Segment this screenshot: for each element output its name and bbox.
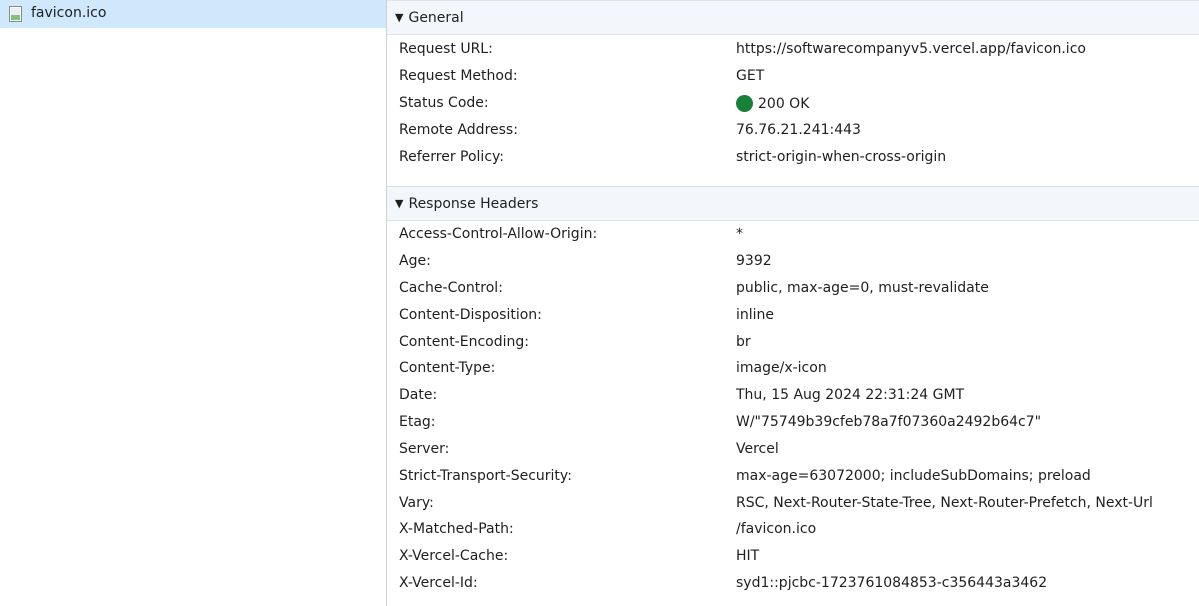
header-key: Content-Type: xyxy=(399,360,496,376)
request-list: favicon.ico xyxy=(0,0,387,606)
response-header-row: X-Matched-Path: /favicon.ico xyxy=(387,517,1199,544)
header-value: https://softwarecompanyv5.vercel.app/fav… xyxy=(736,41,1086,57)
header-key: Content-Disposition: xyxy=(399,307,542,323)
header-key: Status Code: xyxy=(399,95,489,111)
header-value: * xyxy=(736,226,743,242)
header-key: X-Vercel-Cache: xyxy=(399,548,509,564)
file-image-icon xyxy=(9,6,22,22)
response-header-row: Age: 9392 xyxy=(387,249,1199,276)
header-value: Thu, 15 Aug 2024 22:31:24 GMT xyxy=(736,387,965,403)
response-header-row: Cache-Control: public, max-age=0, must-r… xyxy=(387,276,1199,303)
response-header-row: Strict-Transport-Security: max-age=63072… xyxy=(387,464,1199,491)
request-details: ▼ General Request URL: https://softwarec… xyxy=(387,0,1199,606)
header-key: Referrer Policy: xyxy=(399,149,504,165)
response-header-row: Server: Vercel xyxy=(387,437,1199,464)
general-row: Request Method: GET xyxy=(387,64,1199,91)
header-key: Request URL: xyxy=(399,41,493,57)
header-value: strict-origin-when-cross-origin xyxy=(736,149,947,165)
header-key: Cache-Control: xyxy=(399,280,503,296)
header-value: image/x-icon xyxy=(736,360,827,376)
header-key: Etag: xyxy=(399,414,436,430)
status-ok-dot-icon xyxy=(736,95,753,112)
header-key: Request Method: xyxy=(399,68,518,84)
request-item-label: favicon.ico xyxy=(31,5,107,21)
header-value: 76.76.21.241:443 xyxy=(736,122,861,138)
header-key: Server: xyxy=(399,441,450,457)
expand-triangle-icon: ▼ xyxy=(395,11,404,24)
header-value: RSC, Next-Router-State-Tree, Next-Router… xyxy=(736,495,1153,511)
header-value: Vercel xyxy=(736,441,779,457)
general-section-header[interactable]: ▼ General xyxy=(387,0,1199,35)
header-value: syd1::pjcbc-1723761084853-c356443a3462 xyxy=(736,575,1048,591)
response-header-row: Access-Control-Allow-Origin: * xyxy=(387,222,1199,249)
header-key: Strict-Transport-Security: xyxy=(399,468,572,484)
header-value: /favicon.ico xyxy=(736,521,817,537)
expand-triangle-icon: ▼ xyxy=(395,197,404,210)
response-header-row: Content-Encoding: br xyxy=(387,330,1199,357)
header-value: W/"75749b39cfeb78a7f07360a2492b64c7" xyxy=(736,414,1042,430)
response-header-row: Content-Disposition: inline xyxy=(387,303,1199,330)
response-headers-section-header[interactable]: ▼ Response Headers xyxy=(387,186,1199,221)
general-row: Remote Address: 76.76.21.241:443 xyxy=(387,118,1199,145)
general-row: Status Code: 200 OK xyxy=(387,91,1199,118)
response-header-row: Etag: W/"75749b39cfeb78a7f07360a2492b64c… xyxy=(387,410,1199,437)
header-value: inline xyxy=(736,307,775,323)
general-row: Referrer Policy: strict-origin-when-cros… xyxy=(387,145,1199,172)
response-header-row: Content-Type: image/x-icon xyxy=(387,356,1199,383)
general-section-title: General xyxy=(408,9,464,26)
header-value: GET xyxy=(736,68,765,84)
header-value: public, max-age=0, must-revalidate xyxy=(736,280,989,296)
status-code-text: 200 OK xyxy=(758,95,810,112)
response-header-row: X-Vercel-Cache: HIT xyxy=(387,544,1199,571)
header-key: Date: xyxy=(399,387,438,403)
response-header-row: X-Vercel-Id: syd1::pjcbc-1723761084853-c… xyxy=(387,571,1199,598)
header-value: 9392 xyxy=(736,253,772,269)
header-key: X-Matched-Path: xyxy=(399,521,514,537)
request-item-favicon[interactable]: favicon.ico xyxy=(0,0,387,28)
status-value: 200 OK xyxy=(736,95,809,112)
header-key: Age: xyxy=(399,253,431,269)
response-header-row: Vary: RSC, Next-Router-State-Tree, Next-… xyxy=(387,491,1199,518)
header-key: Access-Control-Allow-Origin: xyxy=(399,226,598,242)
header-value: HIT xyxy=(736,548,760,564)
header-key: Vary: xyxy=(399,495,434,511)
header-key: Remote Address: xyxy=(399,122,518,138)
header-value: max-age=63072000; includeSubDomains; pre… xyxy=(736,468,1091,484)
header-key: X-Vercel-Id: xyxy=(399,575,478,591)
header-value: br xyxy=(736,334,751,350)
general-row: Request URL: https://softwarecompanyv5.v… xyxy=(387,37,1199,64)
response-headers-section-title: Response Headers xyxy=(408,195,539,212)
header-key: Content-Encoding: xyxy=(399,334,529,350)
network-inspector: favicon.ico ▼ General Request URL: https… xyxy=(0,0,1199,606)
response-header-row: Date: Thu, 15 Aug 2024 22:31:24 GMT xyxy=(387,383,1199,410)
